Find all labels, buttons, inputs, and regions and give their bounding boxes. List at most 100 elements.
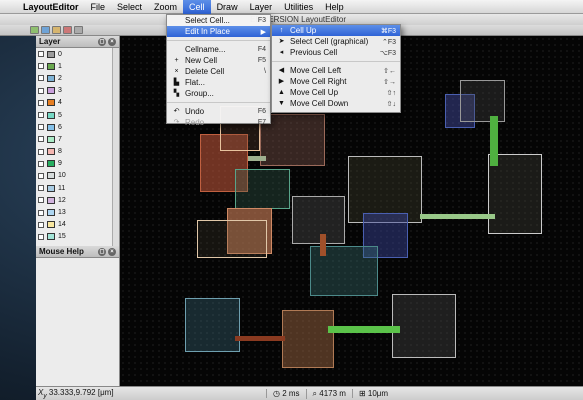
layer-visible-checkbox[interactable] bbox=[38, 172, 44, 179]
layer-color-swatch bbox=[47, 148, 55, 156]
move-up-menu-item[interactable]: ▲ Move Cell Up ⇧↑ bbox=[272, 87, 400, 98]
toolbar-text-icon[interactable] bbox=[74, 26, 83, 34]
layer-visible-checkbox[interactable] bbox=[38, 185, 44, 192]
menu-bar: LayoutEditor File Select Zoom Cell Draw … bbox=[0, 0, 583, 14]
layer-color-swatch bbox=[47, 111, 55, 119]
menu-item-shortcut: F4 bbox=[257, 46, 266, 53]
move-up-icon: ▲ bbox=[278, 88, 285, 96]
zoom-value: 4173 m bbox=[319, 388, 346, 398]
layer-row[interactable]: 14 bbox=[36, 219, 119, 231]
layer-visible-checkbox[interactable] bbox=[38, 112, 44, 119]
group-menu-item[interactable]: ▚ Group... bbox=[167, 88, 270, 99]
layer-row[interactable]: 10 bbox=[36, 170, 119, 182]
menu-layouteditor[interactable]: LayoutEditor bbox=[17, 0, 85, 14]
move-left-menu-item[interactable]: ◀ Move Cell Left ⇧← bbox=[272, 65, 400, 76]
select-graphical-menu-item[interactable]: ➤ Select Cell (graphical) ⌃F3 bbox=[272, 36, 400, 47]
layer-visible-checkbox[interactable] bbox=[38, 209, 44, 216]
layer-visible-checkbox[interactable] bbox=[38, 160, 44, 167]
layer-color-swatch bbox=[47, 50, 55, 58]
layer-row[interactable]: 2 bbox=[36, 72, 119, 84]
menu-item-shortcut: ⇧→ bbox=[383, 78, 396, 86]
render-time-value: 2 ms bbox=[282, 389, 300, 398]
help-close-icon[interactable]: × bbox=[108, 247, 116, 256]
layer-row[interactable]: 6 bbox=[36, 121, 119, 133]
layer-label: 5 bbox=[58, 111, 62, 119]
layer-visible-checkbox[interactable] bbox=[38, 136, 44, 143]
delete-cell-icon: × bbox=[174, 67, 179, 75]
layer-row[interactable]: 9 bbox=[36, 158, 119, 170]
menu-cell[interactable]: Cell bbox=[183, 0, 211, 14]
menu-draw[interactable]: Draw bbox=[211, 0, 244, 14]
toolbar-polygon-icon[interactable] bbox=[52, 26, 61, 34]
toolbar-box-icon[interactable] bbox=[41, 26, 50, 34]
flat-menu-item[interactable]: ▙ Flat... bbox=[167, 77, 270, 88]
cell-up-icon: ↑ bbox=[279, 26, 284, 34]
layer-visible-checkbox[interactable] bbox=[38, 75, 44, 82]
mouse-help-header: Mouse Help ◻ × bbox=[36, 246, 119, 258]
layer-list: 0 1 2 3 4 5 6 7 8 9 10 11 12 13 14 15 bbox=[36, 48, 119, 246]
select-cell-menu-item[interactable]: Select Cell... F3 bbox=[167, 15, 270, 26]
menu-item-label: Previous Cell bbox=[290, 48, 338, 57]
layer-label: 9 bbox=[58, 160, 62, 168]
delete-cell-menu-item[interactable]: × Delete Cell \ bbox=[167, 66, 270, 77]
select-cell-icon bbox=[172, 17, 181, 25]
help-float-icon[interactable]: ◻ bbox=[98, 247, 106, 256]
group-icon: ▚ bbox=[173, 89, 180, 97]
layer-label: 7 bbox=[58, 135, 62, 143]
layer-visible-checkbox[interactable] bbox=[38, 99, 44, 106]
layer-visible-checkbox[interactable] bbox=[38, 124, 44, 131]
toolbar-select-icon[interactable] bbox=[30, 26, 39, 34]
layer-visible-checkbox[interactable] bbox=[38, 148, 44, 155]
layer-row[interactable]: 5 bbox=[36, 109, 119, 121]
path-shape bbox=[235, 336, 285, 341]
layer-visible-checkbox[interactable] bbox=[38, 87, 44, 94]
move-down-menu-item[interactable]: ▼ Move Cell Down ⇧↓ bbox=[272, 98, 400, 109]
menu-select[interactable]: Select bbox=[111, 0, 148, 14]
layer-label: 6 bbox=[58, 123, 62, 131]
layer-row[interactable]: 12 bbox=[36, 194, 119, 206]
layer-row[interactable]: 11 bbox=[36, 182, 119, 194]
edit-in-place-menu-item[interactable]: Edit In Place ▶ bbox=[167, 26, 270, 37]
layer-visible-checkbox[interactable] bbox=[38, 51, 44, 58]
menu-layer[interactable]: Layer bbox=[244, 0, 279, 14]
layer-visible-checkbox[interactable] bbox=[38, 63, 44, 70]
layer-panel-title: Layer bbox=[39, 37, 61, 46]
move-right-menu-item[interactable]: ▶ Move Cell Right ⇧→ bbox=[272, 76, 400, 87]
layer-color-swatch bbox=[47, 135, 55, 143]
mouse-help-title: Mouse Help bbox=[39, 247, 84, 256]
layer-panel: Layer ◻ × 0 1 2 3 4 5 6 7 8 9 10 11 12 13 14 15 bbox=[36, 36, 120, 246]
layer-row[interactable]: 15 bbox=[36, 231, 119, 243]
cell-up-menu-item[interactable]: ↑ Cell Up ⌘F3 bbox=[272, 25, 400, 36]
menu-utilities[interactable]: Utilities bbox=[278, 0, 319, 14]
layer-visible-checkbox[interactable] bbox=[38, 233, 44, 240]
layer-scrollbar[interactable] bbox=[112, 48, 119, 246]
layer-color-swatch bbox=[47, 160, 55, 168]
menu-separator bbox=[167, 40, 270, 41]
layer-color-swatch bbox=[47, 74, 55, 82]
layer-row[interactable]: 3 bbox=[36, 85, 119, 97]
undo-menu-item[interactable]: ↶ Undo F6 bbox=[167, 106, 270, 117]
layer-row[interactable]: 8 bbox=[36, 146, 119, 158]
undo-icon: ↶ bbox=[173, 107, 180, 115]
menu-file[interactable]: File bbox=[85, 0, 112, 14]
menu-help[interactable]: Help bbox=[319, 0, 350, 14]
layer-color-swatch bbox=[47, 87, 55, 95]
panel-float-icon[interactable]: ◻ bbox=[98, 37, 106, 46]
layer-row[interactable]: 13 bbox=[36, 206, 119, 218]
layer-row[interactable]: 7 bbox=[36, 133, 119, 145]
layer-row[interactable]: 1 bbox=[36, 60, 119, 72]
cellname-menu-item[interactable]: Cellname... F4 bbox=[167, 44, 270, 55]
layer-visible-checkbox[interactable] bbox=[38, 197, 44, 204]
layer-row[interactable]: 4 bbox=[36, 97, 119, 109]
menu-item-shortcut: F3 bbox=[257, 17, 266, 24]
menu-zoom[interactable]: Zoom bbox=[148, 0, 183, 14]
cell-shape bbox=[197, 220, 267, 258]
new-cell-menu-item[interactable]: + New Cell F5 bbox=[167, 55, 270, 66]
previous-cell-menu-item[interactable]: ◂ Previous Cell ⌥F3 bbox=[272, 47, 400, 58]
menu-item-label: Select Cell (graphical) bbox=[290, 37, 369, 46]
previous-cell-icon: ◂ bbox=[279, 48, 284, 56]
toolbar-path-icon[interactable] bbox=[63, 26, 72, 34]
layer-visible-checkbox[interactable] bbox=[38, 221, 44, 228]
layer-row[interactable]: 0 bbox=[36, 48, 119, 60]
panel-close-icon[interactable]: × bbox=[108, 37, 116, 46]
